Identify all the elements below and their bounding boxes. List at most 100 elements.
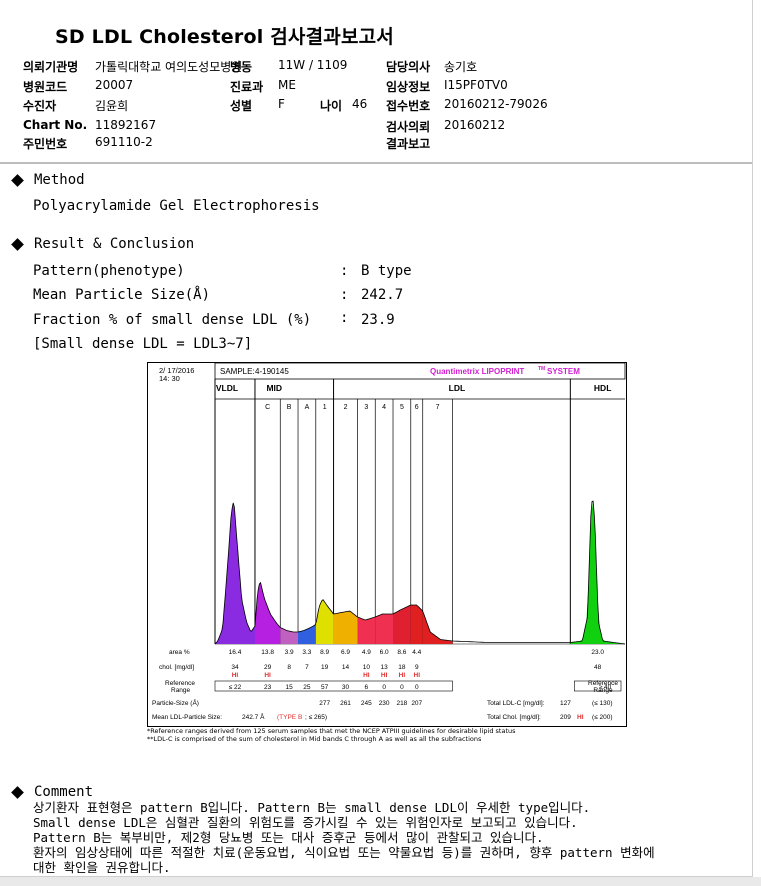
- chart-note-line: *Reference ranges derived from 125 serum…: [147, 727, 516, 735]
- reference-value: 0: [400, 684, 404, 691]
- result-value-pattern: B type: [361, 263, 412, 279]
- report-title: SD LDL Cholesterol 검사결과보고서: [55, 26, 394, 48]
- hi-flag: HI: [399, 672, 406, 679]
- value-test-request-date: 20160212: [444, 118, 506, 132]
- hi-flag: HI: [363, 672, 370, 679]
- label-receipt-number: 접수번호: [386, 99, 431, 113]
- area-value: 13.8: [261, 649, 274, 656]
- page-bottom-strip: [0, 877, 761, 886]
- reference-value: 57: [321, 684, 329, 691]
- group-label-hdl: HDL: [594, 383, 611, 393]
- header-divider: [0, 162, 752, 164]
- particle-size-value: 207: [411, 700, 422, 707]
- reference-value: ≤ 22: [229, 684, 242, 691]
- comment-line: Small dense LDL은 심혈관 질환의 위험도를 증가시킬 수 있는 …: [33, 815, 578, 830]
- chol-value: 8: [287, 664, 291, 671]
- group-label-ldl: LDL: [449, 383, 466, 393]
- area-value: 3.3: [302, 649, 311, 656]
- chart-brand: Quantimetrix LIPOPRINT: [430, 367, 524, 376]
- hi-flag: HI: [264, 672, 271, 679]
- result-label-mean-size: Mean Particle Size(Å): [33, 287, 211, 303]
- reference-value: 15: [286, 684, 294, 691]
- total-chol-flag: HI: [577, 714, 584, 721]
- result-heading: Result & Conclusion: [34, 236, 195, 252]
- result-colon: :: [340, 310, 349, 326]
- row-label-mean-size: Mean LDL-Particle Size:: [152, 714, 222, 721]
- area-value: 6.9: [341, 649, 350, 656]
- label-department: 진료과: [230, 80, 264, 94]
- value-requesting-institution: 가톨릭대학교 여의도성모병원: [95, 60, 243, 74]
- mean-size-type: (TYPE B: [277, 714, 302, 721]
- chol-value: 29: [264, 664, 272, 671]
- comment-heading: Comment: [34, 784, 94, 800]
- row-label-reference-right: Range: [593, 687, 613, 694]
- chol-value: 19: [321, 664, 329, 671]
- label-result-report: 결과보고: [386, 137, 431, 151]
- hi-flag: HI: [414, 672, 421, 679]
- area-value: 4.4: [412, 649, 421, 656]
- curve-segment-ldl4: [375, 614, 393, 644]
- label-clinical-info: 임상정보: [386, 80, 431, 94]
- area-value: 23.0: [591, 649, 604, 656]
- chart-note-line: **LDL-C is comprised of the sum of chole…: [147, 735, 482, 743]
- result-note: [Small dense LDL = LDL3~7]: [33, 336, 253, 352]
- total-chol-value: 209: [560, 714, 571, 721]
- total-ldl-label: Total LDL-C [mg/dl]:: [487, 700, 545, 707]
- band-label: 5: [400, 404, 404, 411]
- area-value: 3.9: [285, 649, 294, 656]
- reference-value: 0: [415, 684, 419, 691]
- particle-size-value: 277: [319, 700, 330, 707]
- group-label-vldl: VLDL: [216, 383, 238, 393]
- chart-brand-suffix: SYSTEM: [547, 367, 580, 376]
- chol-value: 7: [305, 664, 309, 671]
- total-chol-ref: (≤ 200): [592, 714, 613, 721]
- row-label-reference: Range: [171, 687, 191, 694]
- total-ldl-ref: (≤ 130): [592, 700, 613, 707]
- band-label: B: [287, 404, 292, 411]
- total-ldl-value: 127: [560, 700, 571, 707]
- label-chart-no: Chart No.: [23, 118, 88, 132]
- band-label: A: [305, 404, 310, 411]
- reference-value: 0: [382, 684, 386, 691]
- label-patient-name: 수진자: [23, 99, 57, 113]
- result-value-mean-size: 242.7: [361, 287, 404, 303]
- value-clinical-info: I15PF0TV0: [444, 78, 508, 92]
- label-resident-number: 주민번호: [23, 137, 68, 151]
- method-heading: Method: [34, 172, 85, 188]
- label-hospital-code: 병원코드: [23, 80, 68, 94]
- area-value: 16.4: [229, 649, 242, 656]
- total-chol-label: Total Chol. [mg/dl]:: [487, 714, 541, 721]
- chart-sample-label: SAMPLE:: [220, 367, 255, 376]
- label-test-request-date: 검사의뢰: [386, 120, 431, 134]
- group-label-mid: MID: [266, 383, 282, 393]
- particle-size-value: 230: [379, 700, 390, 707]
- band-label: 7: [436, 404, 440, 411]
- chol-value: 14: [342, 664, 350, 671]
- result-colon: :: [340, 263, 349, 279]
- chart-notes: *Reference ranges derived from 125 serum…: [147, 727, 516, 743]
- label-ward: 병동: [230, 60, 253, 74]
- area-value: 8.9: [320, 649, 329, 656]
- result-label-pattern: Pattern(phenotype): [33, 263, 185, 279]
- row-label-chol: chol. [mg/dl]: [159, 664, 194, 671]
- value-department: ME: [278, 78, 296, 92]
- comment-line: 대한 확인을 권유합니다.: [33, 860, 171, 875]
- chol-value: 34: [231, 664, 239, 671]
- mean-size-value: 242.7 Å: [242, 712, 265, 721]
- area-value: 6.0: [380, 649, 389, 656]
- particle-size-value: 218: [396, 700, 407, 707]
- value-hospital-code: 20007: [95, 78, 134, 92]
- chol-value: 13: [381, 664, 389, 671]
- value-ward: 11W / 1109: [278, 58, 348, 72]
- band-label: 6: [415, 404, 419, 411]
- result-label-fraction: Fraction % of small dense LDL (%): [33, 312, 312, 328]
- band-label: 4: [382, 404, 386, 411]
- label-requesting-institution: 의뢰기관명: [23, 60, 79, 74]
- mean-size-limit: ; ≤ 265): [305, 714, 327, 721]
- row-label-particle-size: Particle-Size (Å): [152, 698, 199, 707]
- value-resident-number: 691110-2: [95, 135, 153, 149]
- comment-line: Pattern B는 복부비만, 제2형 당뇨병 또는 대사 증후군 등에서 많…: [33, 830, 544, 845]
- band-label: C: [265, 404, 270, 411]
- label-sex: 성별: [230, 99, 253, 113]
- label-attending-doctor: 담당의사: [386, 60, 431, 74]
